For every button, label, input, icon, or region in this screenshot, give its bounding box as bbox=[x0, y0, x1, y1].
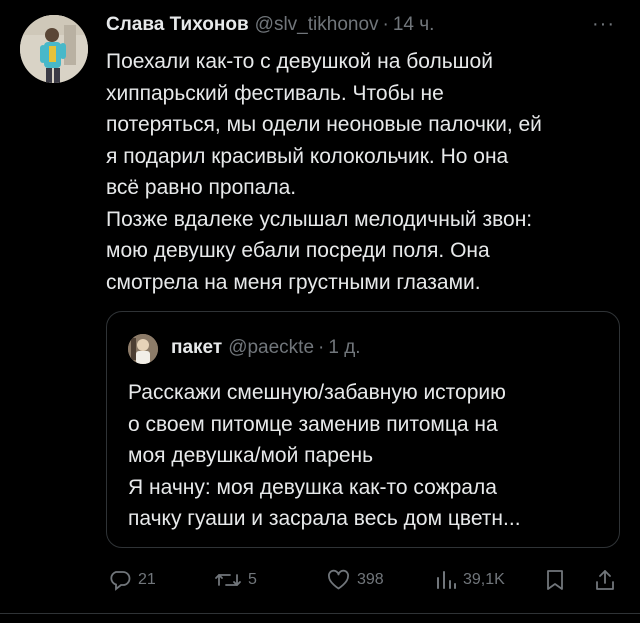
reply-button[interactable]: 21 bbox=[108, 560, 156, 600]
reply-count: 21 bbox=[138, 571, 156, 588]
views-count: 39,1K bbox=[463, 571, 505, 588]
views-button[interactable]: 39,1K bbox=[435, 560, 505, 600]
tweet-text-line: Поехали как-то с девушкой на большой bbox=[106, 50, 493, 73]
retweet-button[interactable]: 5 bbox=[214, 560, 257, 600]
more-icon[interactable]: ··· bbox=[592, 14, 615, 34]
quote-text-line: пачку гуаши и засрала весь дом цветн... bbox=[128, 507, 521, 530]
like-count: 398 bbox=[357, 571, 384, 588]
retweet-icon bbox=[214, 568, 242, 592]
action-bar: 21 5 398 39,1K bbox=[0, 560, 640, 600]
quote-time: 1 д. bbox=[328, 337, 361, 358]
tweet-text-line: мою девушку ебали посреди поля. Она bbox=[106, 239, 490, 262]
quote-author-avatar[interactable] bbox=[128, 334, 158, 364]
separator: · bbox=[318, 337, 325, 358]
bookmark-icon bbox=[545, 568, 565, 592]
tweet-text-line: потеряться, мы одели неоновые палочки, е… bbox=[106, 113, 542, 136]
views-icon bbox=[435, 568, 457, 592]
tweet-text: Поехали как-то с девушкой на большой хип… bbox=[106, 46, 621, 298]
quote-text-line: о своем питомце заменив питомца на bbox=[128, 412, 498, 436]
bookmark-button[interactable] bbox=[545, 560, 565, 600]
share-icon bbox=[594, 568, 616, 592]
divider bbox=[0, 613, 640, 614]
tweet-text-line: хиппарьский фестиваль. Чтобы не bbox=[106, 81, 444, 105]
quote-text-line: Расскажи смешную/забавную историю bbox=[128, 381, 506, 404]
like-button[interactable]: 398 bbox=[326, 560, 384, 600]
quote-header: пакет @paeckte · 1 д. bbox=[171, 337, 361, 359]
quote-author-name: пакет bbox=[171, 337, 223, 358]
separator: · bbox=[382, 14, 389, 35]
author-handle[interactable]: @slv_tikhonov bbox=[255, 14, 379, 36]
tweet-header: Слава Тихонов @slv_tikhonov · 14 ч. bbox=[106, 14, 434, 38]
retweet-count: 5 bbox=[248, 571, 257, 588]
tweet-text-line: Позже вдалеке услышал мелодичный звон: bbox=[106, 207, 533, 231]
reply-icon bbox=[108, 568, 132, 592]
quote-author-handle: @paeckte bbox=[228, 337, 315, 358]
quoted-tweet[interactable]: пакет @paeckte · 1 д. Расскажи смешную/з… bbox=[106, 311, 620, 548]
tweet-text-line: всё равно пропала. bbox=[106, 176, 297, 199]
quote-text-line: Я начну: моя девушка как-то сожрала bbox=[128, 475, 497, 499]
quote-text-line: моя девушка/мой парень bbox=[128, 444, 374, 467]
tweet-time[interactable]: 14 ч. bbox=[393, 14, 435, 36]
share-button[interactable] bbox=[594, 560, 616, 600]
tweet-text-line: смотрела на меня грустными глазами. bbox=[106, 270, 481, 294]
heart-icon bbox=[326, 568, 351, 592]
author-avatar[interactable] bbox=[20, 15, 88, 83]
author-name[interactable]: Слава Тихонов bbox=[106, 14, 249, 36]
tweet-text-line: я подарил красивый колокольчик. Но она bbox=[106, 144, 509, 168]
quote-text: Расскажи смешную/забавную историю о свое… bbox=[128, 377, 608, 535]
